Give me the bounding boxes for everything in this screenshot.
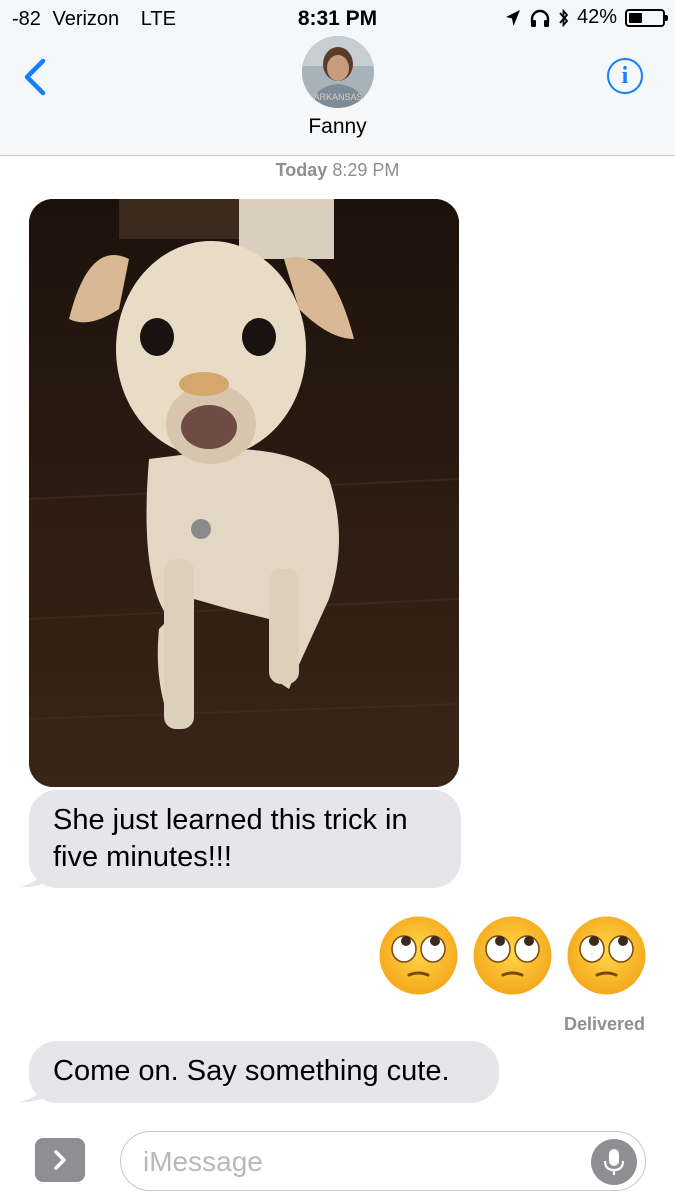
- info-icon: i: [621, 62, 629, 89]
- conversation-timestamp: Today 8:29 PM: [0, 160, 675, 181]
- dictation-button[interactable]: [591, 1139, 637, 1185]
- contact-avatar[interactable]: ARKANSAS: [302, 36, 374, 108]
- photo-message[interactable]: [29, 199, 459, 787]
- imessage-input[interactable]: [143, 1142, 583, 1182]
- svg-text:ARKANSAS: ARKANSAS: [313, 92, 362, 102]
- eye-roll-emoji-icon: [379, 916, 458, 995]
- location-arrow-icon: [505, 9, 520, 26]
- avatar-photo: ARKANSAS: [302, 36, 374, 108]
- chevron-right-icon: [54, 1150, 66, 1170]
- battery-icon: [625, 8, 668, 27]
- timestamp-day: Today: [275, 160, 328, 180]
- status-icons: 42%: [505, 6, 668, 29]
- bubble-tail: [19, 1077, 49, 1103]
- timestamp-time: 8:29 PM: [332, 160, 400, 180]
- bluetooth-icon: [559, 8, 569, 27]
- chevron-left-icon: [24, 58, 46, 96]
- dog-photo: [29, 199, 459, 787]
- back-button[interactable]: [18, 56, 54, 100]
- bubble-tail: [19, 862, 49, 888]
- navigation-header: -82 Verizon LTE 8:31 PM 42% ARKANSAS Fan…: [0, 0, 675, 156]
- battery-percent: 42%: [576, 6, 617, 28]
- imessage-input-container[interactable]: [120, 1131, 646, 1191]
- status-bar: -82 Verizon LTE 8:31 PM 42%: [0, 0, 675, 40]
- message-text: Come on. Say something cute.: [53, 1055, 450, 1087]
- eye-roll-emoji-icon: [473, 916, 552, 995]
- outgoing-emoji-message[interactable]: [378, 915, 647, 996]
- contact-name[interactable]: Fanny: [0, 115, 675, 139]
- expand-apps-button[interactable]: [35, 1138, 85, 1182]
- incoming-message-bubble[interactable]: Come on. Say something cute.: [19, 1041, 499, 1103]
- incoming-message-bubble[interactable]: She just learned this trick in five minu…: [19, 790, 461, 888]
- message-text: She just learned this trick in five minu…: [53, 804, 408, 873]
- delivery-status: Delivered: [563, 1014, 645, 1034]
- headphones-icon: [530, 9, 550, 27]
- microphone-icon: [603, 1149, 625, 1175]
- eye-roll-emoji-icon: [567, 916, 646, 995]
- info-button[interactable]: i: [607, 58, 643, 94]
- battery-level: [629, 12, 642, 23]
